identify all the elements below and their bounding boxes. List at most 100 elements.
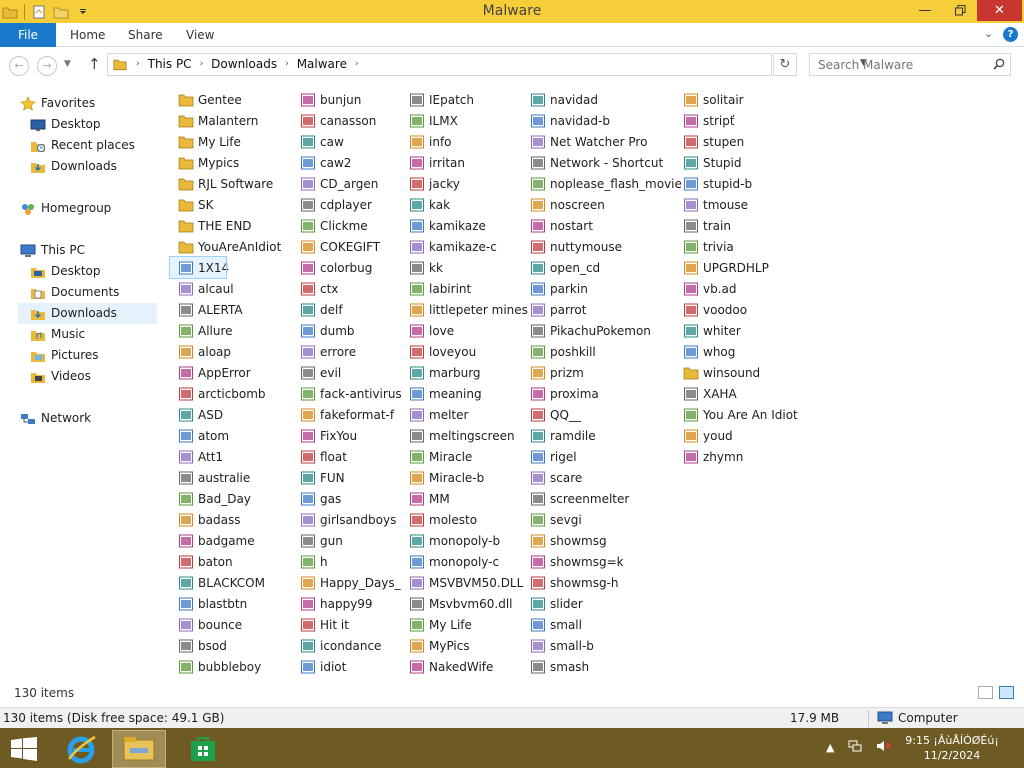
file-item[interactable]: molesto	[401, 509, 523, 530]
sidebar-item-videos[interactable]: Videos	[30, 366, 91, 387]
file-item[interactable]: whog	[675, 341, 797, 362]
file-item[interactable]: arcticbomb	[170, 383, 292, 404]
file-item[interactable]: fakeformat-f	[292, 404, 414, 425]
sidebar-item-this-pc[interactable]: This PC	[20, 240, 85, 261]
chevron-right-icon[interactable]: ›	[281, 54, 293, 75]
file-item[interactable]: irritan	[401, 152, 523, 173]
file-item[interactable]: train	[675, 215, 797, 236]
file-item[interactable]: whiter	[675, 320, 797, 341]
file-item[interactable]: Msvbvm60.dll	[401, 593, 523, 614]
address-bar[interactable]: › This PC › Downloads › Malware › ▼	[107, 53, 867, 76]
recent-locations-icon[interactable]: ▼	[64, 59, 71, 69]
file-item[interactable]: baton	[170, 551, 292, 572]
volume-muted-icon[interactable]	[876, 740, 892, 755]
restore-button[interactable]	[945, 0, 975, 21]
file-item[interactable]: h	[292, 551, 414, 572]
file-item[interactable]: evil	[292, 362, 414, 383]
file-item[interactable]: winsound	[675, 362, 797, 383]
chevron-right-icon[interactable]: ›	[196, 54, 208, 75]
file-item[interactable]: BLACKCOM	[170, 572, 292, 593]
file-item[interactable]: MyPics	[401, 635, 523, 656]
network-tray-icon[interactable]	[848, 740, 862, 755]
file-item[interactable]: Bad_Day	[170, 488, 292, 509]
sidebar-item-homegroup[interactable]: Homegroup	[20, 198, 111, 219]
title-bar[interactable]: Malware — ✕	[0, 0, 1024, 23]
start-button[interactable]	[10, 737, 38, 761]
file-item[interactable]: parkin	[522, 278, 644, 299]
file-item[interactable]: loveyou	[401, 341, 523, 362]
breadcrumb-malware[interactable]: Malware	[293, 54, 351, 75]
file-item[interactable]: Mypics	[170, 152, 292, 173]
show-hidden-icons-icon[interactable]: ▲	[826, 741, 834, 754]
sidebar-item-music[interactable]: Music	[30, 324, 85, 345]
tab-home[interactable]: Home	[70, 23, 105, 47]
file-item[interactable]: stupen	[675, 131, 797, 152]
sidebar-item-pc-desktop[interactable]: Desktop	[30, 261, 101, 282]
expand-ribbon-icon[interactable]: ⌄	[984, 27, 993, 40]
file-item[interactable]: ASD	[170, 404, 292, 425]
file-item[interactable]: IEpatch	[401, 89, 523, 110]
file-item[interactable]: idiot	[292, 656, 414, 677]
file-item[interactable]: RJL Software	[170, 173, 292, 194]
file-item[interactable]: noplease_flash_movie	[522, 173, 682, 194]
file-item[interactable]: poshkill	[522, 341, 644, 362]
file-item[interactable]: bubbleboy	[170, 656, 292, 677]
file-item[interactable]: ctx	[292, 278, 414, 299]
file-item[interactable]: Net Watcher Pro	[522, 131, 647, 152]
file-item[interactable]: SK	[170, 194, 292, 215]
file-item[interactable]: Hit it	[292, 614, 414, 635]
sidebar-item-favorites[interactable]: Favorites	[20, 93, 95, 114]
file-item[interactable]: nostart	[522, 215, 644, 236]
file-item[interactable]: ALERTA	[170, 299, 292, 320]
file-item[interactable]: tmouse	[675, 194, 797, 215]
file-item[interactable]: Clickme	[292, 215, 414, 236]
file-item[interactable]: rigel	[522, 446, 644, 467]
file-item[interactable]: icondance	[292, 635, 414, 656]
file-item[interactable]: AppError	[170, 362, 292, 383]
search-input[interactable]	[810, 54, 980, 75]
forward-button[interactable]: →	[37, 56, 57, 76]
file-item[interactable]: Stupid	[675, 152, 797, 173]
file-item[interactable]: prizm	[522, 362, 644, 383]
file-item[interactable]: screenmelter	[522, 488, 644, 509]
file-item[interactable]: canasson	[292, 110, 414, 131]
sidebar-item-network[interactable]: Network	[20, 408, 91, 429]
file-item[interactable]: errore	[292, 341, 414, 362]
details-view-button[interactable]	[978, 686, 993, 699]
file-item[interactable]: love	[401, 320, 523, 341]
file-item[interactable]: YouAreAnIdiot	[170, 236, 292, 257]
search-icon[interactable]	[993, 58, 1005, 70]
file-item[interactable]: navidad	[522, 89, 644, 110]
file-item[interactable]: My Life	[401, 614, 523, 635]
file-item[interactable]: Gentee	[170, 89, 292, 110]
file-item[interactable]: FUN	[292, 467, 414, 488]
file-item[interactable]: Network - Shortcut	[522, 152, 663, 173]
file-item[interactable]: Allure	[170, 320, 292, 341]
file-item[interactable]: My Life	[170, 131, 292, 152]
file-item[interactable]: proxima	[522, 383, 644, 404]
file-item[interactable]: PikachuPokemon	[522, 320, 651, 341]
file-item[interactable]: parrot	[522, 299, 644, 320]
search-box[interactable]	[809, 53, 1011, 76]
file-item[interactable]: youd	[675, 425, 797, 446]
file-item[interactable]: aloap	[170, 341, 292, 362]
file-item[interactable]: gun	[292, 530, 414, 551]
file-item[interactable]: open_cd	[522, 257, 644, 278]
store-icon[interactable]	[176, 730, 230, 768]
file-item[interactable]: monopoly-c	[401, 551, 523, 572]
tab-view[interactable]: View	[186, 23, 214, 47]
file-item[interactable]: FixYou	[292, 425, 414, 446]
file-item[interactable]: littlepeter mines	[401, 299, 528, 320]
file-item[interactable]: showmsg-h	[522, 572, 644, 593]
refresh-button[interactable]: ↻	[773, 53, 797, 76]
file-item[interactable]: QQ__	[522, 404, 644, 425]
file-item[interactable]: gas	[292, 488, 414, 509]
file-item[interactable]: stripť	[675, 110, 797, 131]
help-icon[interactable]: ?	[1003, 27, 1018, 42]
file-item[interactable]: nuttymouse	[522, 236, 644, 257]
file-item[interactable]: bunjun	[292, 89, 414, 110]
file-item[interactable]: kamikaze-c	[401, 236, 523, 257]
large-icons-view-button[interactable]	[999, 686, 1014, 699]
file-item[interactable]: showmsg	[522, 530, 644, 551]
file-item[interactable]: alcaul	[170, 278, 292, 299]
